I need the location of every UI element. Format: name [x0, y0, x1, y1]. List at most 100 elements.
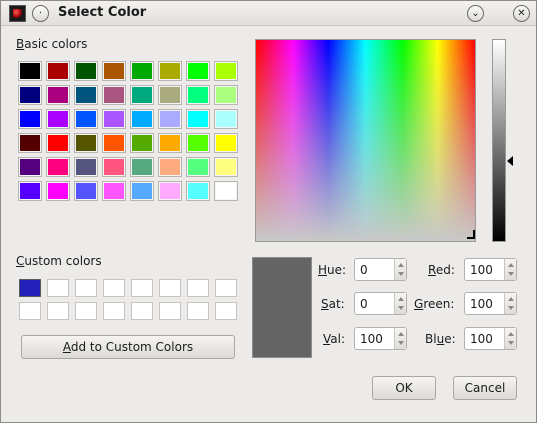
red-value[interactable]: 100	[470, 263, 493, 277]
basic-color-swatch[interactable]	[19, 134, 41, 152]
basic-color-swatch[interactable]	[159, 86, 181, 104]
val-spinbox[interactable]: 100	[354, 327, 407, 350]
basic-color-swatch[interactable]	[215, 182, 237, 200]
green-label: Green:	[414, 297, 455, 311]
basic-color-swatch[interactable]	[75, 134, 97, 152]
basic-color-swatch[interactable]	[187, 158, 209, 176]
basic-color-swatch[interactable]	[159, 182, 181, 200]
hue-value[interactable]: 0	[360, 263, 368, 277]
custom-color-swatch[interactable]	[103, 279, 125, 297]
val-label: Val:	[323, 332, 346, 346]
custom-color-swatch[interactable]	[187, 302, 209, 320]
basic-color-swatch[interactable]	[47, 62, 69, 80]
basic-colors-label: Basic colors	[16, 37, 88, 51]
blue-value[interactable]: 100	[470, 332, 493, 346]
basic-color-swatch[interactable]	[215, 86, 237, 104]
app-icon[interactable]	[9, 5, 26, 22]
red-stepper[interactable]	[504, 259, 516, 280]
custom-color-swatch[interactable]	[47, 302, 69, 320]
basic-color-swatch[interactable]	[159, 110, 181, 128]
sat-value[interactable]: 0	[360, 297, 368, 311]
basic-color-swatch[interactable]	[47, 110, 69, 128]
val-value[interactable]: 100	[360, 332, 383, 346]
basic-color-swatch[interactable]	[215, 158, 237, 176]
luminance-slider-handle[interactable]	[507, 156, 513, 166]
title-bar[interactable]: · Select Color ⌄ ✕	[1, 1, 536, 26]
basic-color-swatch[interactable]	[103, 158, 125, 176]
hue-spinbox[interactable]: 0	[354, 258, 407, 281]
green-stepper[interactable]	[504, 293, 516, 314]
basic-color-swatch[interactable]	[75, 158, 97, 176]
basic-color-swatch[interactable]	[75, 110, 97, 128]
basic-color-swatch[interactable]	[131, 62, 153, 80]
basic-color-swatch[interactable]	[215, 134, 237, 152]
custom-color-swatch[interactable]	[75, 302, 97, 320]
basic-color-swatch[interactable]	[131, 158, 153, 176]
cancel-button[interactable]: Cancel	[453, 376, 517, 400]
basic-color-swatch[interactable]	[103, 182, 125, 200]
add-to-custom-colors-button[interactable]: Add to Custom Colors	[21, 335, 235, 359]
pin-icon[interactable]: ·	[32, 5, 49, 22]
ok-button[interactable]: OK	[372, 376, 436, 400]
basic-color-swatch[interactable]	[187, 134, 209, 152]
chevron-down-icon[interactable]: ⌄	[467, 5, 484, 22]
custom-color-swatch[interactable]	[159, 279, 181, 297]
hue-stepper[interactable]	[394, 259, 406, 280]
basic-color-swatch[interactable]	[19, 86, 41, 104]
custom-color-swatch[interactable]	[159, 302, 181, 320]
basic-color-swatch[interactable]	[75, 62, 97, 80]
color-spectrum-picker[interactable]	[255, 39, 476, 242]
basic-color-swatch[interactable]	[103, 134, 125, 152]
basic-color-swatch[interactable]	[187, 86, 209, 104]
green-value[interactable]: 100	[470, 297, 493, 311]
custom-color-swatch[interactable]	[215, 302, 237, 320]
basic-color-swatch[interactable]	[159, 158, 181, 176]
basic-color-swatch[interactable]	[47, 182, 69, 200]
basic-color-swatch[interactable]	[131, 182, 153, 200]
basic-color-swatch[interactable]	[47, 134, 69, 152]
basic-color-swatch[interactable]	[75, 182, 97, 200]
basic-color-swatch[interactable]	[103, 110, 125, 128]
basic-color-swatch[interactable]	[103, 62, 125, 80]
custom-color-swatch[interactable]	[131, 279, 153, 297]
custom-color-swatch[interactable]	[103, 302, 125, 320]
close-icon[interactable]: ✕	[513, 5, 530, 22]
custom-color-swatch[interactable]	[19, 302, 41, 320]
basic-color-swatch[interactable]	[131, 134, 153, 152]
basic-color-swatch[interactable]	[159, 62, 181, 80]
red-spinbox[interactable]: 100	[464, 258, 517, 281]
basic-color-swatch[interactable]	[187, 62, 209, 80]
sat-stepper[interactable]	[394, 293, 406, 314]
basic-color-swatch[interactable]	[187, 182, 209, 200]
val-stepper[interactable]	[394, 328, 406, 349]
green-spinbox[interactable]: 100	[464, 292, 517, 315]
spectrum-crosshair[interactable]	[467, 230, 475, 239]
basic-color-swatch[interactable]	[19, 158, 41, 176]
hue-label: Hue:	[318, 263, 347, 277]
basic-color-swatch[interactable]	[47, 86, 69, 104]
basic-color-swatch[interactable]	[47, 158, 69, 176]
basic-color-swatch[interactable]	[103, 86, 125, 104]
blue-spinbox[interactable]: 100	[464, 327, 517, 350]
basic-color-swatch[interactable]	[75, 86, 97, 104]
custom-colors-label: Custom colors	[16, 254, 102, 268]
basic-color-swatch[interactable]	[215, 62, 237, 80]
custom-color-swatch[interactable]	[19, 279, 41, 297]
custom-color-swatch[interactable]	[131, 302, 153, 320]
basic-color-swatch[interactable]	[19, 110, 41, 128]
basic-color-swatch[interactable]	[131, 86, 153, 104]
color-preview	[252, 257, 312, 358]
basic-color-swatch[interactable]	[159, 134, 181, 152]
sat-spinbox[interactable]: 0	[354, 292, 407, 315]
custom-color-swatch[interactable]	[47, 279, 69, 297]
basic-color-swatch[interactable]	[131, 110, 153, 128]
luminance-slider[interactable]	[492, 39, 506, 242]
basic-color-swatch[interactable]	[215, 110, 237, 128]
custom-color-swatch[interactable]	[215, 279, 237, 297]
basic-color-swatch[interactable]	[19, 62, 41, 80]
custom-color-swatch[interactable]	[187, 279, 209, 297]
blue-stepper[interactable]	[504, 328, 516, 349]
custom-color-swatch[interactable]	[75, 279, 97, 297]
basic-color-swatch[interactable]	[19, 182, 41, 200]
basic-color-swatch[interactable]	[187, 110, 209, 128]
